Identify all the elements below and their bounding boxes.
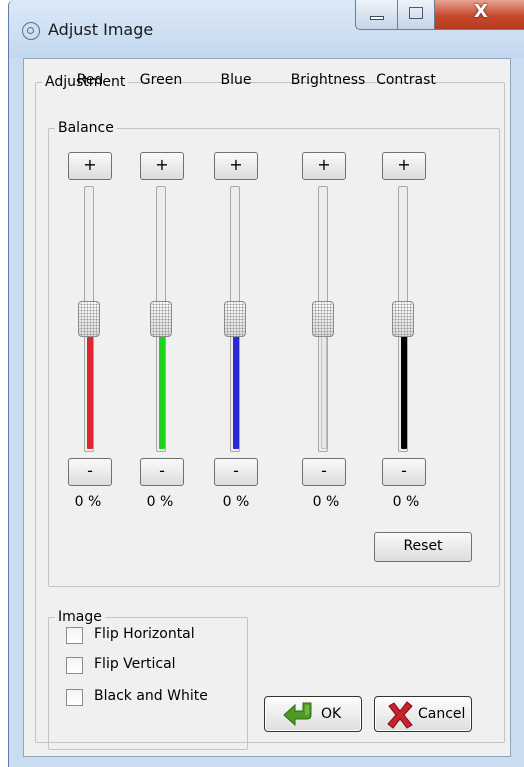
black-and-white-checkbox[interactable] xyxy=(66,689,83,706)
brightness-increase-button[interactable]: + xyxy=(302,152,346,180)
red-slider-fill xyxy=(87,318,93,449)
minimize-icon xyxy=(370,16,384,20)
green-decrease-button[interactable]: - xyxy=(140,458,184,486)
balance-legend: Balance xyxy=(58,120,114,136)
red-slider-thumb[interactable] xyxy=(78,301,100,337)
flip-horizontal-checkbox[interactable] xyxy=(66,627,83,644)
blue-slider-thumb[interactable] xyxy=(224,301,246,337)
blue-decrease-button[interactable]: - xyxy=(214,458,258,486)
contrast-decrease-button[interactable]: - xyxy=(382,458,426,486)
balance-group: Balance xyxy=(48,121,500,587)
blue-slider-fill xyxy=(233,318,239,449)
red-x-icon xyxy=(387,701,413,729)
minimize-button[interactable] xyxy=(355,0,398,30)
checkbox-label: Black and White xyxy=(94,688,208,704)
green-slider-thumb[interactable] xyxy=(150,301,172,337)
reset-button[interactable]: Reset xyxy=(374,532,472,562)
cancel-label: Cancel xyxy=(418,706,466,722)
app-icon xyxy=(22,22,40,40)
checkbox-label: Flip Horizontal xyxy=(94,626,195,642)
maximize-icon xyxy=(409,7,423,19)
red-increase-button[interactable]: + xyxy=(68,152,112,180)
brightness-slider-fill xyxy=(321,318,327,449)
red-decrease-button[interactable]: - xyxy=(68,458,112,486)
flip-vertical-checkbox[interactable] xyxy=(66,657,83,674)
window-title: Adjust Image xyxy=(48,20,154,39)
channel-label: Contrast xyxy=(376,72,436,88)
contrast-value: 0 % xyxy=(392,494,420,510)
image-legend: Image xyxy=(58,609,102,625)
brightness-decrease-button[interactable]: - xyxy=(302,458,346,486)
brightness-slider-thumb[interactable] xyxy=(312,301,334,337)
ok-label: OK xyxy=(321,706,342,722)
title-bar[interactable]: Adjust Image X xyxy=(9,0,524,58)
green-arrow-icon xyxy=(283,702,312,727)
contrast-slider-fill xyxy=(401,318,407,449)
close-button[interactable]: X xyxy=(435,0,524,30)
checkbox-label: Flip Vertical xyxy=(94,656,176,672)
contrast-increase-button[interactable]: + xyxy=(382,152,426,180)
green-slider-fill xyxy=(159,318,165,449)
contrast-slider-thumb[interactable] xyxy=(392,301,414,337)
blue-value: 0 % xyxy=(222,494,250,510)
green-increase-button[interactable]: + xyxy=(140,152,184,180)
maximize-button[interactable] xyxy=(398,0,435,30)
blue-increase-button[interactable]: + xyxy=(214,152,258,180)
close-icon: X xyxy=(474,1,488,22)
ok-button[interactable]: OK xyxy=(264,696,362,732)
cancel-button[interactable]: Cancel xyxy=(374,696,472,732)
